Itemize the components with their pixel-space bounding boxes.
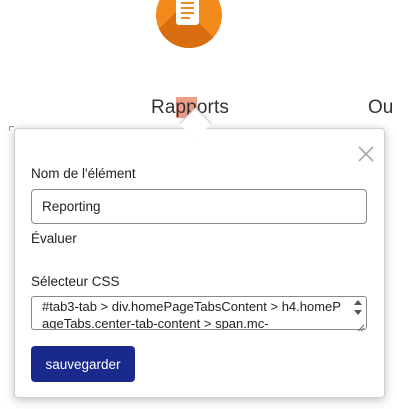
close-icon[interactable] [355,143,377,165]
scroll-down-icon[interactable] [354,310,362,315]
css-selector-label: Sélecteur CSS [31,274,120,289]
css-selector-textarea[interactable]: #tab3-tab > div.homePageTabsContent > h4… [31,296,367,330]
save-button[interactable]: sauvegarder [31,346,135,382]
tab-next[interactable]: Ou [368,97,393,119]
scroll-up-icon[interactable] [354,300,362,305]
name-label: Nom de l'élément [31,166,136,181]
name-input[interactable]: Reporting [31,189,367,224]
resize-grip-icon[interactable] [356,319,365,332]
element-edit-popover: Nom de l'élément Reporting Évaluer Sélec… [14,128,385,398]
report-document-icon [156,0,222,48]
evaluate-link[interactable]: Évaluer [31,231,77,246]
